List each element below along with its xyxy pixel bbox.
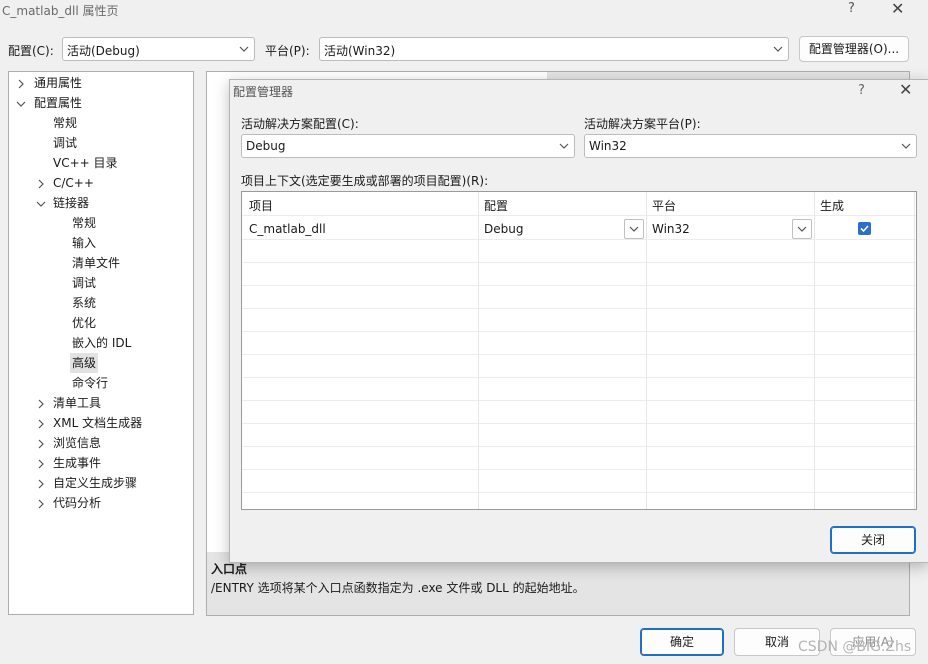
chevron-right-icon[interactable] bbox=[35, 178, 47, 190]
tree-item-custom-build[interactable]: 自定义生成步骤 bbox=[53, 473, 137, 493]
row-divider bbox=[242, 377, 916, 378]
config-select-value: 活动(Debug) bbox=[67, 44, 140, 58]
chevron-down-icon bbox=[901, 143, 911, 149]
tree-item-linker-optimization[interactable]: 优化 bbox=[72, 313, 96, 333]
tree-item-linker-command-line[interactable]: 命令行 bbox=[72, 373, 108, 393]
property-tree: 通用属性 配置属性 常规 调试 VC++ 目录 C/C++ 链接器 常规 输入 … bbox=[8, 71, 194, 615]
project-contexts-grid: 项目 配置 平台 生成 C_matlab_dll Debug Win32 bbox=[241, 191, 917, 510]
tree-item-browse-info[interactable]: 浏览信息 bbox=[53, 433, 101, 453]
row-divider bbox=[242, 423, 916, 424]
platform-label: 平台(P): bbox=[265, 44, 310, 58]
row-divider bbox=[242, 285, 916, 286]
chevron-right-icon[interactable] bbox=[35, 418, 47, 430]
row-divider bbox=[242, 215, 916, 216]
tree-item-build-events[interactable]: 生成事件 bbox=[53, 453, 101, 473]
tree-item-manifest-tool[interactable]: 清单工具 bbox=[53, 393, 101, 413]
tree-item-general-props[interactable]: 通用属性 bbox=[34, 73, 82, 93]
tree-item-linker[interactable]: 链接器 bbox=[53, 193, 89, 213]
row-divider bbox=[242, 239, 916, 240]
dialog-close-icon[interactable]: ✕ bbox=[899, 80, 912, 99]
platform-select[interactable]: 活动(Win32) bbox=[319, 37, 789, 61]
chevron-down-icon bbox=[559, 143, 569, 149]
column-header-platform[interactable]: 平台 bbox=[652, 197, 676, 214]
column-header-build[interactable]: 生成 bbox=[820, 197, 844, 214]
chevron-right-icon[interactable] bbox=[35, 478, 47, 490]
tree-item-xml-doc[interactable]: XML 文档生成器 bbox=[53, 413, 142, 433]
column-header-project[interactable]: 项目 bbox=[249, 197, 273, 214]
chevron-down-icon bbox=[629, 226, 639, 232]
window-close-button[interactable]: ✕ bbox=[891, 0, 904, 18]
tree-item-linker-embedded-idl[interactable]: 嵌入的 IDL bbox=[72, 333, 131, 353]
row-platform-value[interactable]: Win32 bbox=[652, 222, 690, 236]
config-label: 配置(C): bbox=[8, 44, 54, 58]
tree-item-linker-advanced[interactable]: 高级 bbox=[70, 353, 99, 373]
dialog-help-button[interactable]: ? bbox=[858, 83, 865, 98]
row-divider bbox=[242, 308, 916, 309]
ok-button[interactable]: 确定 bbox=[640, 628, 724, 656]
chevron-down-icon bbox=[239, 46, 249, 52]
chevron-right-icon[interactable] bbox=[35, 458, 47, 470]
row-divider bbox=[242, 492, 916, 493]
config-select[interactable]: 活动(Debug) bbox=[62, 37, 255, 61]
solution-platform-label: 活动解决方案平台(P): bbox=[584, 117, 701, 131]
row-config-dropdown[interactable] bbox=[624, 219, 644, 239]
window-title: C_matlab_dll 属性页 bbox=[2, 4, 119, 18]
row-config-value[interactable]: Debug bbox=[484, 222, 523, 236]
row-build-checkbox[interactable] bbox=[858, 222, 871, 235]
chevron-down-icon[interactable] bbox=[15, 98, 27, 110]
dialog-title: 配置管理器 bbox=[233, 85, 294, 99]
window-title-bar: C_matlab_dll 属性页 ? ✕ bbox=[0, 0, 928, 22]
chevron-right-icon[interactable] bbox=[15, 78, 27, 90]
chevron-right-icon[interactable] bbox=[35, 438, 47, 450]
tree-item-linker-manifest[interactable]: 清单文件 bbox=[72, 253, 120, 273]
row-divider bbox=[242, 469, 916, 470]
row-divider bbox=[242, 331, 916, 332]
tree-item-config-props[interactable]: 配置属性 bbox=[34, 93, 82, 113]
solution-config-label: 活动解决方案配置(C): bbox=[241, 117, 359, 131]
config-manager-button[interactable]: 配置管理器(O)... bbox=[799, 36, 909, 62]
tree-item-cpp[interactable]: C/C++ bbox=[53, 173, 94, 193]
tree-item-vc-directories[interactable]: VC++ 目录 bbox=[53, 153, 118, 173]
help-button[interactable]: ? bbox=[848, 1, 855, 16]
property-grid-body bbox=[207, 80, 231, 552]
row-platform-dropdown[interactable] bbox=[792, 219, 812, 239]
tree-item-linker-input[interactable]: 输入 bbox=[72, 233, 96, 253]
row-divider bbox=[242, 446, 916, 447]
tree-item-debugging[interactable]: 调试 bbox=[53, 133, 77, 153]
platform-select-value: 活动(Win32) bbox=[324, 44, 396, 58]
dialog-close-button[interactable]: 关闭 bbox=[830, 526, 916, 554]
column-header-config[interactable]: 配置 bbox=[484, 197, 508, 214]
solution-platform-select[interactable]: Win32 bbox=[584, 134, 917, 158]
tree-item-code-analysis[interactable]: 代码分析 bbox=[53, 493, 101, 513]
row-divider bbox=[242, 262, 916, 263]
tree-item-linker-system[interactable]: 系统 bbox=[72, 293, 96, 313]
row-divider bbox=[242, 354, 916, 355]
tree-item-linker-general[interactable]: 常规 bbox=[72, 213, 96, 233]
chevron-down-icon bbox=[797, 226, 807, 232]
row-divider bbox=[242, 400, 916, 401]
description-text: /ENTRY 选项将某个入口点函数指定为 .exe 文件或 DLL 的起始地址。 bbox=[211, 581, 585, 595]
solution-config-value: Debug bbox=[246, 139, 286, 153]
solution-platform-value: Win32 bbox=[589, 139, 627, 153]
chevron-right-icon[interactable] bbox=[35, 398, 47, 410]
checkmark-icon bbox=[860, 225, 869, 233]
watermark: CSDN @BIG.Zhs bbox=[798, 639, 912, 655]
row-project-name: C_matlab_dll bbox=[249, 222, 326, 236]
tree-item-linker-debugging[interactable]: 调试 bbox=[72, 273, 96, 293]
chevron-right-icon[interactable] bbox=[35, 498, 47, 510]
project-contexts-label: 项目上下文(选定要生成或部署的项目配置)(R): bbox=[241, 174, 489, 188]
tree-item-general[interactable]: 常规 bbox=[53, 113, 77, 133]
chevron-down-icon[interactable] bbox=[35, 198, 47, 210]
chevron-down-icon bbox=[773, 46, 783, 52]
solution-config-select[interactable]: Debug bbox=[241, 134, 575, 158]
